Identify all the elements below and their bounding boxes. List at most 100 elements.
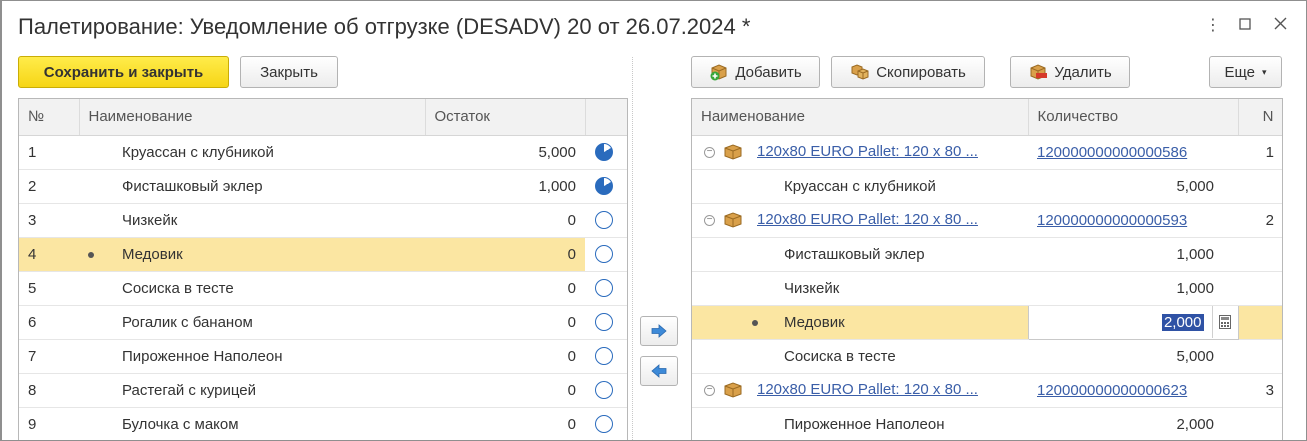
more-menu-icon[interactable]: ⋮	[1202, 15, 1224, 37]
item-name: Круассан с клубникой	[692, 169, 1028, 204]
add-button[interactable]: Добавить	[691, 56, 820, 88]
row-name: Растегай с курицей	[79, 373, 425, 408]
table-row[interactable]: 5 Сосиска в тесте 0	[19, 271, 627, 306]
row-number: 1	[19, 135, 79, 170]
table-row[interactable]: 6 Рогалик с бананом 0	[19, 305, 627, 340]
item-quantity: 5,000	[1028, 169, 1238, 204]
row-status	[585, 271, 627, 306]
row-number: 8	[19, 373, 79, 408]
collapse-icon[interactable]: −	[704, 214, 715, 226]
calculator-icon[interactable]	[1211, 306, 1238, 338]
more-button[interactable]: Еще ▾	[1209, 56, 1282, 88]
row-rest: 0	[425, 373, 585, 408]
table-row[interactable]: Чизкейк 1,000	[692, 271, 1282, 306]
panel-separator	[632, 57, 633, 440]
pallet-name[interactable]: − 120x80 EURO Pallet: 120 x 80 ...	[692, 135, 1028, 170]
more-button-label: Еще	[1224, 63, 1255, 81]
row-number: 2	[19, 169, 79, 204]
table-row[interactable]: 7 Пироженное Наполеон 0	[19, 339, 627, 374]
empty-status-icon	[595, 211, 613, 230]
item-quantity: 1,000	[1028, 271, 1238, 306]
table-row[interactable]: Медовик 2,000	[692, 304, 1282, 340]
pallet-name[interactable]: − 120x80 EURO Pallet: 120 x 80 ...	[692, 203, 1028, 238]
item-quantity: 5,000	[1028, 339, 1238, 374]
item-n	[1238, 305, 1282, 340]
delete-box-icon	[1028, 62, 1048, 82]
table-row[interactable]: Пироженное Наполеон 2,000	[692, 407, 1282, 440]
row-rest: 0	[425, 237, 585, 272]
row-rest: 0	[425, 271, 585, 306]
pallet-code[interactable]: 120000000000000586	[1028, 135, 1238, 170]
table-row[interactable]: Сосиска в тесте 5,000	[692, 339, 1282, 374]
row-name: Пироженное Наполеон	[79, 339, 425, 374]
close-icon[interactable]	[1269, 15, 1291, 37]
form-window: Палетирование: Уведомление об отгрузке (…	[0, 0, 1307, 441]
row-number: 7	[19, 339, 79, 374]
pallet-number: 2	[1238, 203, 1282, 238]
column-header-n[interactable]: N	[1238, 99, 1282, 136]
row-rest: 0	[425, 407, 585, 440]
row-number: 6	[19, 305, 79, 340]
pallet-row[interactable]: − 120x80 EURO Pallet: 120 x 80 ... 1200000…	[692, 373, 1282, 408]
row-rest: 0	[425, 339, 585, 374]
copy-button[interactable]: Скопировать	[831, 56, 985, 88]
collapse-icon[interactable]: −	[704, 384, 715, 396]
pallet-link[interactable]: 120x80 EURO Pallet: 120 x 80 ...	[757, 381, 978, 398]
pallet-box-icon	[724, 144, 742, 160]
table-row[interactable]: 9 Булочка с маком 0	[19, 407, 627, 440]
pallet-row[interactable]: − 120x80 EURO Pallet: 120 x 80 ... 1200000…	[692, 203, 1282, 238]
empty-status-icon	[595, 313, 613, 332]
arrow-right-icon	[651, 324, 667, 338]
item-quantity: 2,000	[1028, 407, 1238, 440]
pallet-code[interactable]: 120000000000000593	[1028, 203, 1238, 238]
item-quantity: 1,000	[1028, 237, 1238, 272]
table-row[interactable]: Круассан с клубникой 5,000	[692, 169, 1282, 204]
item-n	[1238, 169, 1282, 204]
collapse-icon[interactable]: −	[704, 146, 715, 158]
item-n	[1238, 407, 1282, 440]
remaining-goods-table: № Наименование Остаток 1 Круассан с клубн…	[18, 98, 628, 440]
move-right-button[interactable]	[640, 316, 678, 346]
pallet-link[interactable]: 120x80 EURO Pallet: 120 x 80 ...	[757, 143, 978, 160]
row-status	[585, 305, 627, 340]
maximize-icon[interactable]	[1234, 15, 1256, 37]
column-header-name[interactable]: Наименование	[79, 99, 426, 136]
table-row[interactable]: 2 Фисташковый эклер 1,000	[19, 169, 627, 204]
add-button-label: Добавить	[735, 63, 802, 81]
column-header-number[interactable]: №	[19, 99, 80, 136]
column-header-rest[interactable]: Остаток	[425, 99, 586, 136]
row-status	[585, 135, 627, 170]
current-row-marker	[752, 319, 758, 326]
table-row[interactable]: Фисташковый эклер 1,000	[692, 237, 1282, 272]
close-button[interactable]: Закрыть	[240, 56, 338, 88]
item-n	[1238, 237, 1282, 272]
item-n	[1238, 339, 1282, 374]
pallet-name[interactable]: − 120x80 EURO Pallet: 120 x 80 ...	[692, 373, 1028, 408]
row-name: Сосиска в тесте	[79, 271, 425, 306]
table-row[interactable]: 8 Растегай с курицей 0	[19, 373, 627, 408]
column-header-quantity[interactable]: Количество	[1028, 99, 1239, 136]
table-row[interactable]: 1 Круассан с клубникой 5,000	[19, 135, 627, 170]
move-left-button[interactable]	[640, 356, 678, 386]
table-row[interactable]: 3 Чизкейк 0	[19, 203, 627, 238]
column-header-status	[585, 99, 627, 136]
pallet-row[interactable]: − 120x80 EURO Pallet: 120 x 80 ... 1200000…	[692, 135, 1282, 170]
row-rest: 0	[425, 203, 585, 238]
row-name: Булочка с маком	[79, 407, 425, 440]
table-row[interactable]: 4 Медовик 0	[19, 237, 627, 272]
row-status	[585, 203, 627, 238]
row-number: 5	[19, 271, 79, 306]
empty-status-icon	[595, 279, 613, 298]
delete-button[interactable]: Удалить	[1010, 56, 1130, 88]
chevron-down-icon: ▾	[1262, 66, 1267, 77]
empty-status-icon	[595, 415, 613, 434]
save-and-close-button[interactable]: Сохранить и закрыть	[18, 56, 229, 88]
empty-status-icon	[595, 381, 613, 400]
column-header-name[interactable]: Наименование	[692, 99, 1029, 136]
pallet-link[interactable]: 120x80 EURO Pallet: 120 x 80 ...	[757, 211, 978, 228]
copy-button-label: Скопировать	[876, 63, 966, 81]
row-rest: 1,000	[425, 169, 585, 204]
quantity-input[interactable]: 2,000	[1027, 304, 1239, 340]
row-number: 4	[19, 237, 79, 272]
pallet-code[interactable]: 120000000000000623	[1028, 373, 1238, 408]
